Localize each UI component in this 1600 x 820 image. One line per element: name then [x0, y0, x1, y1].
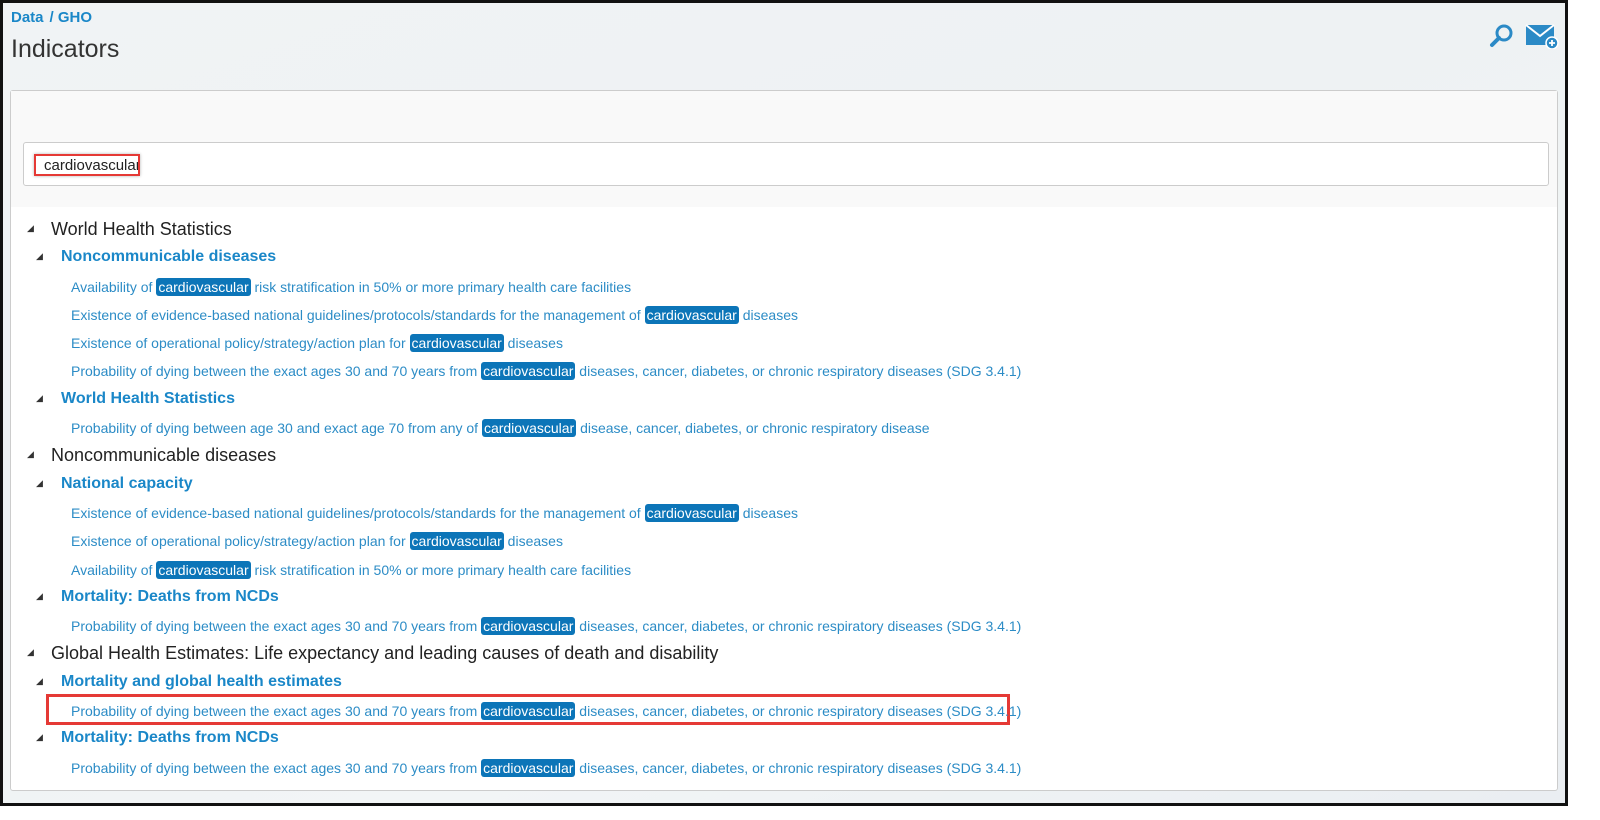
tree-category[interactable]: ◢ World Health Statistics [11, 215, 1557, 243]
indicator-link[interactable]: Probability of dying between the exact a… [71, 617, 1022, 636]
indicator-link[interactable]: Probability of dying between the exact a… [71, 362, 1022, 381]
breadcrumb-data[interactable]: Data [11, 9, 44, 26]
text-before: Probability of dying between the exact a… [71, 759, 482, 776]
search-match-highlight: cardiovascular [481, 362, 576, 381]
search-match-highlight: cardiovascular [409, 334, 504, 353]
indicator-tree: ◢ World Health Statistics ◢ Noncommunicable… [11, 215, 1557, 781]
group-label[interactable]: World Health Statistics [61, 390, 235, 408]
indicator-link[interactable]: Availability of cardiovascular risk stra… [71, 277, 632, 296]
collapse-arrow-icon[interactable]: ◢ [27, 647, 34, 658]
search-match-highlight: cardiovascular [481, 758, 576, 777]
search-box [23, 142, 1549, 186]
indicator-item[interactable]: Existence of evidence-based national gui… [11, 300, 1557, 328]
indicator-item[interactable]: Probability of dying between age 30 and … [11, 413, 1557, 441]
search-input[interactable] [34, 154, 140, 176]
indicator-item[interactable]: Probability of dying between the exact a… [11, 611, 1557, 639]
indicator-item[interactable]: Availability of cardiovascular risk stra… [11, 272, 1557, 300]
group-label[interactable]: Mortality: Deaths from NCDs [61, 729, 279, 747]
text-before: Probability of dying between age 30 and … [71, 420, 482, 437]
text-after: disease, cancer, diabetes, or chronic re… [576, 420, 930, 437]
text-before: Availability of [71, 278, 157, 295]
tree-category[interactable]: ◢ Noncommunicable diseases [11, 441, 1557, 469]
tree-group[interactable]: ◢ Mortality: Deaths from NCDs [11, 724, 1557, 752]
search-match-highlight: cardiovascular [644, 503, 739, 522]
text-after: diseases, cancer, diabetes, or chronic r… [575, 703, 1022, 720]
text-after: risk stratification in 50% or more prima… [250, 561, 632, 578]
collapse-arrow-icon[interactable]: ◢ [36, 251, 43, 262]
category-label: Global Health Estimates: Life expectancy… [51, 643, 719, 664]
indicator-link[interactable]: Existence of operational policy/strategy… [71, 532, 563, 551]
text-after: diseases [503, 335, 563, 352]
indicator-item[interactable]: Probability of dying between the exact a… [11, 694, 1557, 726]
collapse-arrow-icon[interactable]: ◢ [36, 591, 43, 602]
collapse-arrow-icon[interactable]: ◢ [36, 393, 43, 404]
collapse-arrow-icon[interactable]: ◢ [36, 676, 43, 687]
group-label[interactable]: Mortality: Deaths from NCDs [61, 588, 279, 606]
tree-category[interactable]: ◢ Global Health Estimates: Life expectanc… [11, 639, 1557, 667]
search-match-highlight: cardiovascular [481, 617, 576, 636]
tree-group[interactable]: ◢ Mortality and global health estimates [11, 668, 1557, 696]
search-match-highlight: cardiovascular [156, 560, 251, 579]
subscribe-mail-icon[interactable] [1525, 23, 1559, 54]
tree-group[interactable]: ◢ National capacity [11, 470, 1557, 498]
text-after: diseases [738, 306, 798, 323]
indicator-link[interactable]: Existence of operational policy/strategy… [71, 334, 563, 353]
collapse-arrow-icon[interactable]: ◢ [27, 449, 34, 460]
text-after: diseases [503, 533, 563, 550]
text-after: diseases, cancer, diabetes, or chronic r… [575, 363, 1022, 380]
search-match-highlight: cardiovascular [644, 305, 739, 324]
collapse-arrow-icon[interactable]: ◢ [36, 478, 43, 489]
search-match-highlight: cardiovascular [409, 532, 504, 551]
search-icon[interactable] [1489, 23, 1515, 54]
indicator-item[interactable]: Existence of operational policy/strategy… [11, 526, 1557, 554]
indicator-panel: ◢ World Health Statistics ◢ Noncommunicable… [10, 90, 1558, 791]
indicator-item[interactable]: Availability of cardiovascular risk stra… [11, 555, 1557, 583]
indicator-link[interactable]: Probability of dying between age 30 and … [71, 419, 930, 438]
indicator-item[interactable]: Probability of dying between the exact a… [11, 753, 1557, 781]
tree-group[interactable]: ◢ Mortality: Deaths from NCDs [11, 583, 1557, 611]
search-match-highlight: cardiovascular [481, 419, 577, 438]
text-before: Probability of dying between the exact a… [71, 618, 482, 635]
indicator-link[interactable]: Existence of evidence-based national gui… [71, 305, 798, 324]
text-before: Availability of [71, 561, 157, 578]
indicator-item[interactable]: Existence of operational policy/strategy… [11, 328, 1557, 356]
indicator-item[interactable]: Probability of dying between the exact a… [11, 356, 1557, 384]
collapse-arrow-icon[interactable]: ◢ [36, 732, 43, 743]
search-match-highlight: cardiovascular [156, 277, 251, 296]
group-label[interactable]: Mortality and global health estimates [61, 673, 342, 691]
breadcrumb-gho[interactable]: / GHO [50, 9, 93, 26]
text-before: Existence of evidence-based national gui… [71, 504, 645, 521]
category-label: World Health Statistics [51, 219, 232, 239]
text-after: risk stratification in 50% or more prima… [250, 278, 632, 295]
text-after: diseases, cancer, diabetes, or chronic r… [575, 759, 1022, 776]
group-label[interactable]: Noncommunicable diseases [61, 248, 276, 266]
indicator-link[interactable]: Existence of evidence-based national gui… [71, 503, 798, 522]
category-label: Noncommunicable diseases [51, 445, 277, 466]
indicator-item[interactable]: Existence of evidence-based national gui… [11, 498, 1557, 526]
group-label[interactable]: National capacity [61, 475, 193, 493]
tree-group[interactable]: ◢ Noncommunicable diseases [11, 243, 1557, 271]
search-match-highlight: cardiovascular [481, 702, 576, 721]
page-frame: Data / GHO Indicators ◢ World Health Stati… [0, 0, 1568, 806]
text-after: diseases, cancer, diabetes, or chronic r… [575, 618, 1022, 635]
breadcrumb: Data / GHO [11, 9, 98, 26]
text-before: Existence of evidence-based national gui… [71, 306, 645, 323]
text-before: Probability of dying between the exact a… [71, 363, 482, 380]
collapse-arrow-icon[interactable]: ◢ [27, 223, 34, 234]
text-before: Existence of operational policy/strategy… [71, 533, 410, 550]
text-after: diseases [738, 504, 798, 521]
text-before: Probability of dying between the exact a… [71, 703, 482, 720]
page-title: Indicators [11, 35, 120, 63]
indicator-link[interactable]: Availability of cardiovascular risk stra… [71, 560, 632, 579]
indicator-link[interactable]: Probability of dying between the exact a… [71, 758, 1022, 777]
tree-group[interactable]: ◢ World Health Statistics [11, 385, 1557, 413]
text-before: Existence of operational policy/strategy… [71, 335, 410, 352]
indicator-link[interactable]: Probability of dying between the exact a… [71, 702, 1022, 721]
